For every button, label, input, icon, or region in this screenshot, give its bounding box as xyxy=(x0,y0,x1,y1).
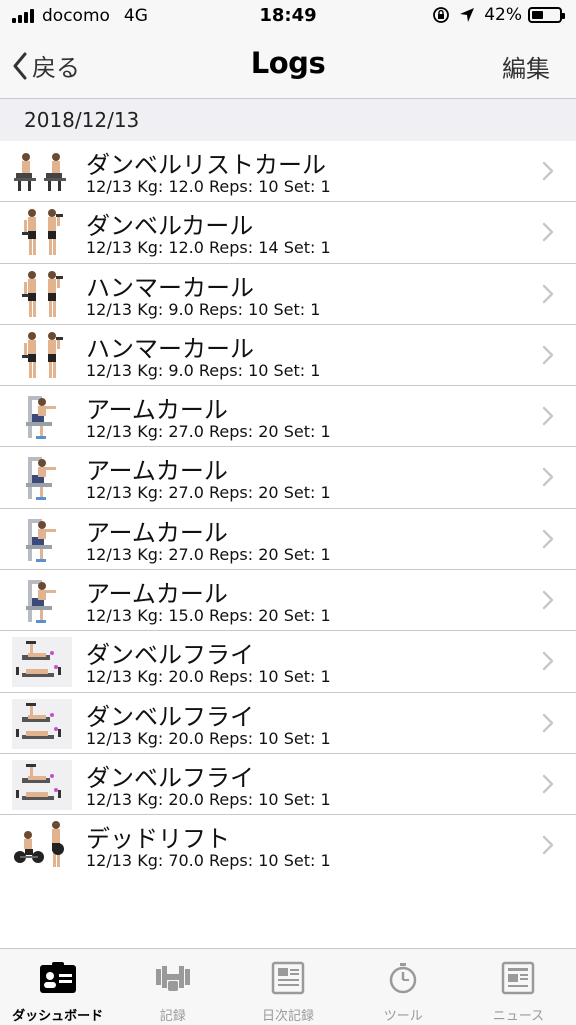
dashboard-icon xyxy=(39,961,77,999)
log-row[interactable]: ダンベルリストカール 12/13 Kg: 12.0 Reps: 10 Set: … xyxy=(0,141,576,203)
status-right: 42% xyxy=(432,5,565,25)
log-detail: 12/13 Kg: 27.0 Reps: 20 Set: 1 xyxy=(86,422,331,442)
tab-bar: ダッシュボード 記録 日次記録 ツール ニュース xyxy=(0,948,576,1025)
chevron-right-icon xyxy=(542,345,554,365)
hammer-curl-thumbnail xyxy=(12,270,72,320)
chevron-right-icon xyxy=(542,529,554,548)
tab-stopwatch[interactable]: ツール xyxy=(346,949,461,1025)
log-row[interactable]: ダンベルフライ 12/13 Kg: 20.0 Reps: 10 Set: 1 xyxy=(0,631,576,693)
battery-percent: 42% xyxy=(484,5,522,25)
tab-label: ダッシュボード xyxy=(12,1009,104,1024)
stopwatch-icon xyxy=(384,961,422,999)
status-bar: docomo 4G 18:49 42% xyxy=(0,0,576,32)
tab-label: ツール xyxy=(383,1009,423,1024)
exercise-name: デッドリフト xyxy=(86,825,230,854)
dumbbell-fly-thumbnail xyxy=(12,637,72,688)
log-row[interactable]: アームカール 12/13 Kg: 27.0 Reps: 20 Set: 1 xyxy=(0,386,576,448)
dumbbell-icon xyxy=(154,961,192,999)
tab-dumbbell[interactable]: 記録 xyxy=(115,949,230,1025)
exercise-name: ハンマーカール xyxy=(86,334,254,363)
log-detail: 12/13 Kg: 9.0 Reps: 10 Set: 1 xyxy=(86,360,321,380)
chevron-right-icon xyxy=(542,836,554,855)
arm-curl-machine-thumbnail xyxy=(12,453,72,503)
wrist-curl-thumbnail xyxy=(12,147,72,197)
log-detail: 12/13 Kg: 20.0 Reps: 10 Set: 1 xyxy=(86,667,331,687)
news-icon xyxy=(499,961,537,999)
log-row[interactable]: デッドリフト 12/13 Kg: 70.0 Reps: 10 Set: 1 xyxy=(0,815,576,876)
tab-label: 記録 xyxy=(159,1009,186,1024)
exercise-name: ハンマーカール xyxy=(86,273,254,302)
exercise-name: アームカール xyxy=(86,396,228,425)
chevron-right-icon xyxy=(542,468,554,487)
log-detail: 12/13 Kg: 20.0 Reps: 10 Set: 1 xyxy=(86,789,331,809)
log-row[interactable]: アームカール 12/13 Kg: 27.0 Reps: 20 Set: 1 xyxy=(0,509,576,571)
dumbbell-curl-thumbnail xyxy=(12,208,72,258)
orientation-lock-icon xyxy=(433,7,450,23)
log-detail: 12/13 Kg: 9.0 Reps: 10 Set: 1 xyxy=(86,299,321,319)
tab-label: 日次記録 xyxy=(262,1009,315,1024)
arm-curl-machine-thumbnail xyxy=(12,392,72,442)
log-detail: 12/13 Kg: 15.0 Reps: 20 Set: 1 xyxy=(86,606,331,626)
exercise-name: ダンベルリストカール xyxy=(86,151,326,179)
dumbbell-fly-thumbnail xyxy=(12,698,72,749)
deadlift-thumbnail xyxy=(12,821,72,871)
hammer-curl-thumbnail xyxy=(12,331,72,381)
log-row[interactable]: ハンマーカール 12/13 Kg: 9.0 Reps: 10 Set: 1 xyxy=(0,264,576,325)
exercise-name: ダンベルカール xyxy=(86,212,254,241)
chevron-right-icon xyxy=(542,161,554,181)
chevron-right-icon xyxy=(542,713,554,732)
log-row[interactable]: ダンベルカール 12/13 Kg: 12.0 Reps: 14 Set: 1 xyxy=(0,202,576,264)
page-title: Logs xyxy=(250,46,326,80)
chevron-right-icon xyxy=(542,223,554,242)
chevron-right-icon xyxy=(542,406,554,426)
log-detail: 12/13 Kg: 27.0 Reps: 20 Set: 1 xyxy=(86,483,331,503)
arm-curl-machine-thumbnail xyxy=(12,576,72,626)
dumbbell-fly-thumbnail xyxy=(12,759,72,810)
chevron-right-icon xyxy=(542,652,554,671)
exercise-name: ダンベルフライ xyxy=(86,763,254,792)
log-row[interactable]: アームカール 12/13 Kg: 15.0 Reps: 20 Set: 1 xyxy=(0,570,576,632)
navigation-bar: 戻る Logs 編集 xyxy=(0,32,576,99)
edit-button[interactable]: 編集 xyxy=(502,49,550,84)
daily-log-icon xyxy=(269,961,307,999)
tab-news[interactable]: ニュース xyxy=(461,949,576,1025)
chevron-right-icon xyxy=(542,590,554,610)
exercise-name: アームカール xyxy=(86,580,228,609)
location-arrow-icon xyxy=(460,8,475,22)
log-detail: 12/13 Kg: 70.0 Reps: 10 Set: 1 xyxy=(86,851,331,871)
chevron-right-icon xyxy=(542,774,554,794)
exercise-name: ダンベルフライ xyxy=(86,641,254,670)
battery-icon xyxy=(528,7,565,23)
tab-daily-log[interactable]: 日次記録 xyxy=(230,949,345,1025)
exercise-name: アームカール xyxy=(86,457,228,486)
log-row[interactable]: アームカール 12/13 Kg: 27.0 Reps: 20 Set: 1 xyxy=(0,447,576,509)
section-date: 2018/12/13 xyxy=(24,108,140,132)
log-list: ダンベルリストカール 12/13 Kg: 12.0 Reps: 10 Set: … xyxy=(0,141,576,877)
exercise-name: アームカール xyxy=(86,518,228,547)
log-row[interactable]: ハンマーカール 12/13 Kg: 9.0 Reps: 10 Set: 1 xyxy=(0,325,576,387)
tab-dashboard[interactable]: ダッシュボード xyxy=(0,949,115,1025)
log-row[interactable]: ダンベルフライ 12/13 Kg: 20.0 Reps: 10 Set: 1 xyxy=(0,754,576,816)
arm-curl-machine-thumbnail xyxy=(12,515,72,565)
log-detail: 12/13 Kg: 20.0 Reps: 10 Set: 1 xyxy=(86,728,331,748)
exercise-name: ダンベルフライ xyxy=(86,702,254,731)
log-detail: 12/13 Kg: 12.0 Reps: 10 Set: 1 xyxy=(86,177,331,196)
chevron-right-icon xyxy=(542,284,554,303)
log-detail: 12/13 Kg: 12.0 Reps: 14 Set: 1 xyxy=(86,238,331,258)
section-header: 2018/12/13 xyxy=(0,99,576,141)
tab-label: ニュース xyxy=(492,1009,545,1024)
log-detail: 12/13 Kg: 27.0 Reps: 20 Set: 1 xyxy=(86,544,331,564)
log-row[interactable]: ダンベルフライ 12/13 Kg: 20.0 Reps: 10 Set: 1 xyxy=(0,693,576,754)
